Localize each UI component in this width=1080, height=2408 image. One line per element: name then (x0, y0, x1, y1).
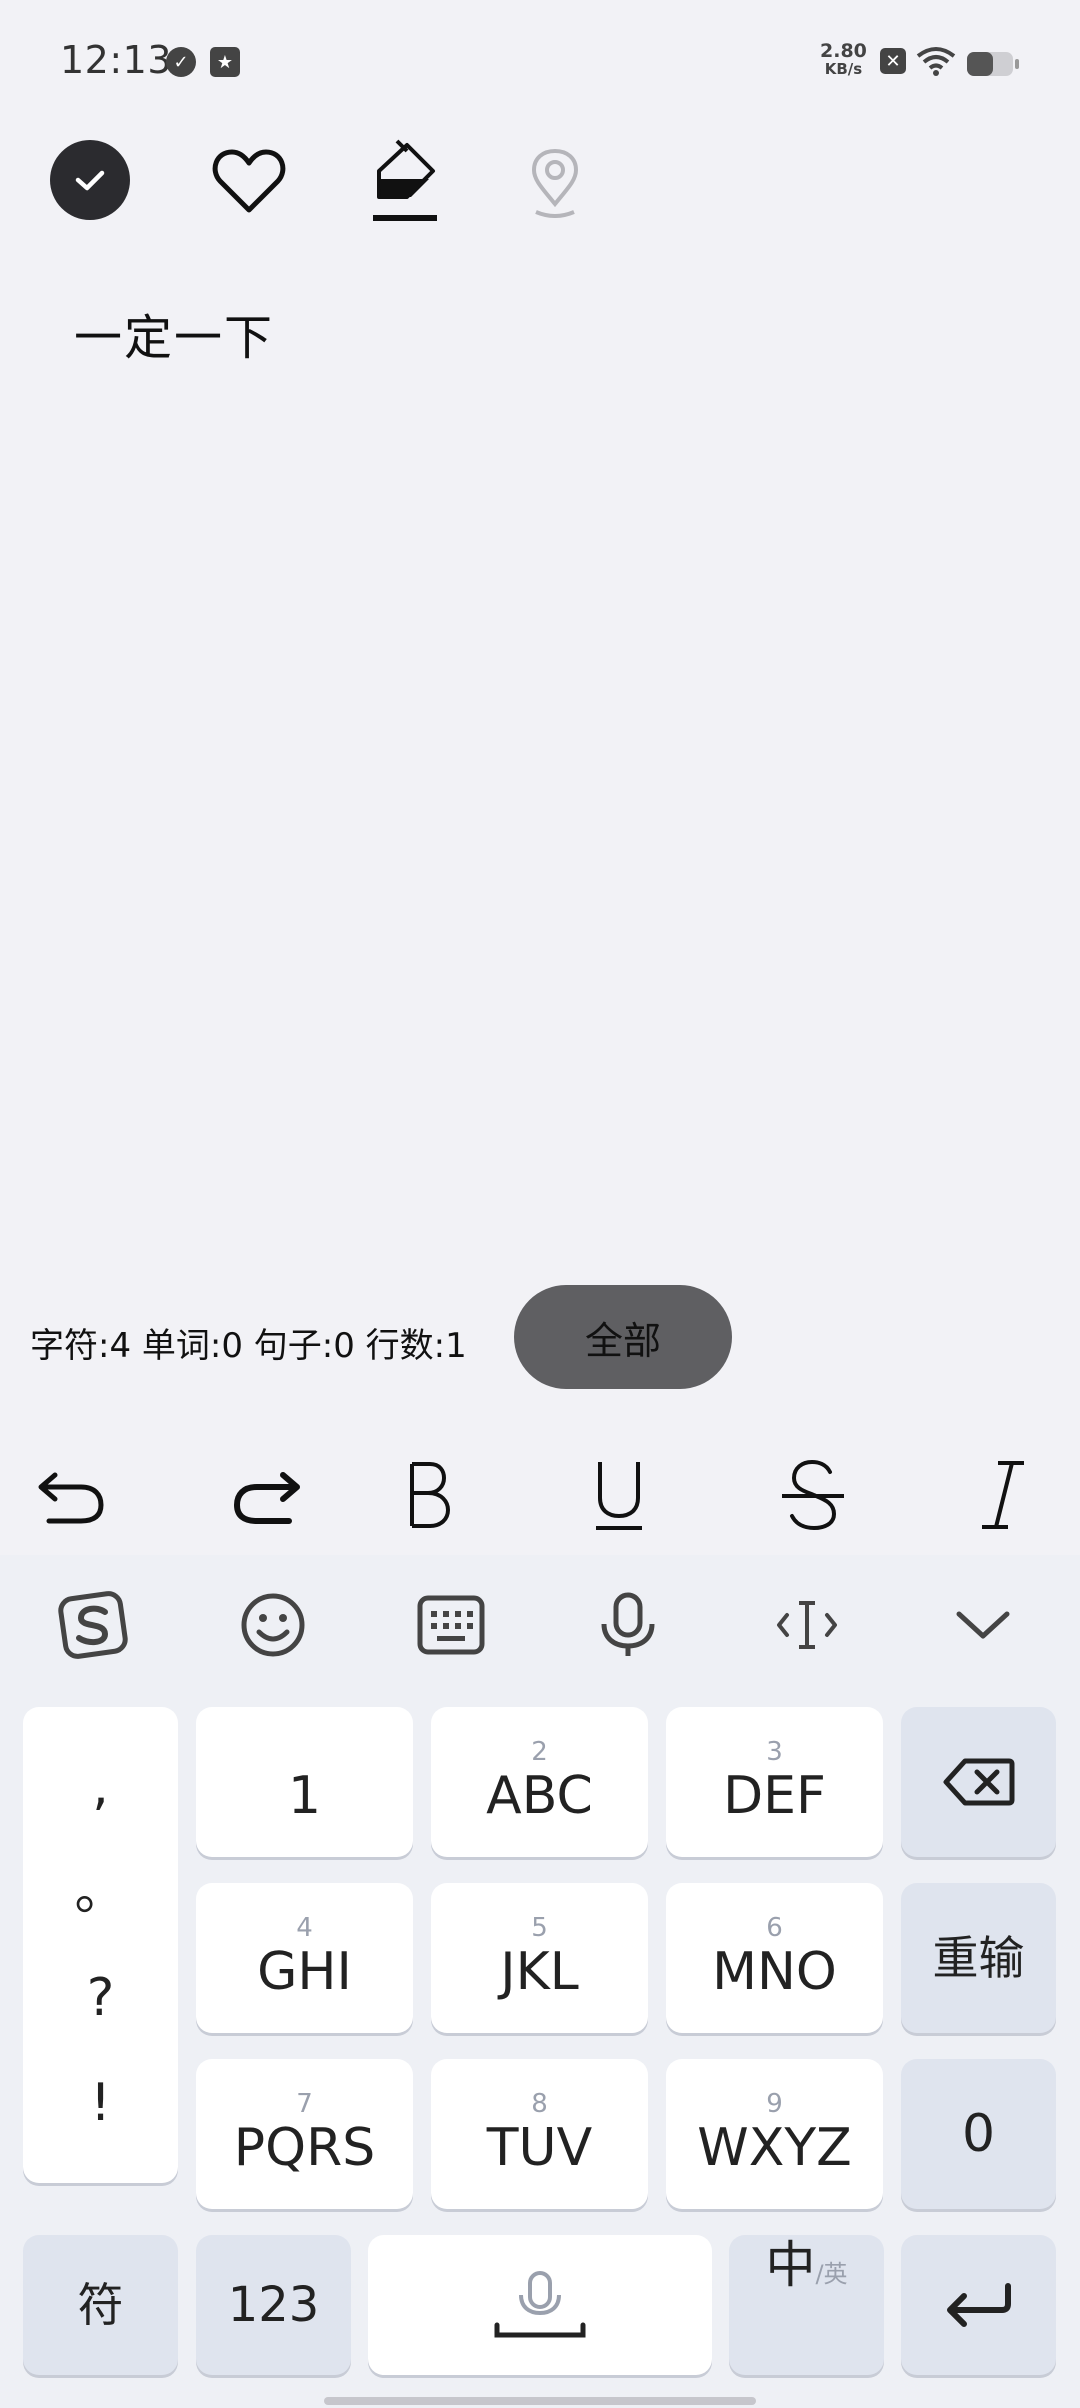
key-2-label: ABC (486, 1766, 593, 1826)
backspace-key[interactable] (901, 1707, 1056, 1857)
numeric-key[interactable]: 123 (196, 2235, 351, 2375)
gesture-nav-bar[interactable] (324, 2397, 756, 2405)
key-3-number: 3 (766, 1737, 783, 1767)
keyboard-switch-button[interactable] (406, 1580, 496, 1670)
enter-key[interactable] (901, 2235, 1056, 2375)
keyboard-icon (417, 1595, 485, 1655)
wifi-icon (916, 47, 956, 76)
lang-chinese-label: 中 (765, 2236, 816, 2294)
battery-icon (967, 52, 1019, 76)
numeric-label: 123 (227, 2277, 320, 2333)
key-3[interactable]: 3 DEF (666, 1707, 883, 1857)
punct-question-key[interactable]: ? (87, 1972, 115, 2024)
key-6-label: MNO (712, 1942, 837, 2002)
format-toolbar (0, 1440, 1080, 1550)
key-0-label: 0 (961, 2104, 996, 2164)
symbol-label: 符 (77, 2278, 124, 2332)
backspace-icon (943, 1758, 1014, 1806)
key-1[interactable]: 1 (196, 1707, 413, 1857)
select-all-button[interactable]: 全部 (514, 1285, 732, 1389)
cursor-control-button[interactable] (762, 1580, 852, 1670)
check-circle-icon: ✓ (166, 47, 196, 77)
key-8-label: TUV (486, 2118, 593, 2178)
heart-icon (212, 149, 286, 213)
space-key[interactable] (368, 2235, 712, 2375)
punct-exclaim-key[interactable]: ! (90, 2077, 111, 2129)
key-7-number: 7 (296, 2089, 313, 2119)
key-4-number: 4 (296, 1913, 313, 1943)
network-speed-value: 2.80 (820, 40, 867, 62)
punct-period-key[interactable]: 。 (74, 1866, 126, 1918)
ime-keyboard: , 。 ? ! 1 2 ABC 3 DEF 4 GHI 5 JKL 6 MNO … (0, 1555, 1080, 2408)
undo-icon (38, 1472, 104, 1524)
key-9-number: 9 (766, 2089, 783, 2119)
key-1-label: 1 (287, 1766, 322, 1826)
sogou-logo-icon (58, 1591, 128, 1659)
underline-icon (596, 1462, 642, 1530)
key-4[interactable]: 4 GHI (196, 1883, 413, 2033)
key-3-label: DEF (723, 1766, 826, 1826)
done-button[interactable] (50, 140, 130, 220)
key-6[interactable]: 6 MNO (666, 1883, 883, 2033)
underline-button[interactable] (564, 1440, 674, 1550)
punct-comma-key[interactable]: , (92, 1761, 109, 1813)
network-speed: 2.80 KB/s (820, 40, 867, 79)
italic-button[interactable] (948, 1440, 1058, 1550)
star-badge-icon: ★ (210, 47, 240, 77)
strikethrough-button[interactable] (758, 1440, 868, 1550)
reinput-label: 重输 (932, 1931, 1025, 1985)
lang-english-label: /英 (815, 2260, 848, 2288)
hide-keyboard-button[interactable] (938, 1580, 1028, 1670)
key-2[interactable]: 2 ABC (431, 1707, 648, 1857)
bold-button[interactable] (374, 1440, 484, 1550)
redo-button[interactable] (212, 1440, 322, 1550)
status-time: 12:13 (60, 38, 173, 82)
key-5[interactable]: 5 JKL (431, 1883, 648, 2033)
note-text[interactable]: 一定一下 (74, 298, 274, 368)
strikethrough-icon (782, 1459, 844, 1531)
ime-logo-button[interactable] (48, 1580, 138, 1670)
key-2-number: 2 (531, 1737, 548, 1767)
paint-bucket-icon (373, 139, 437, 221)
key-4-label: GHI (257, 1942, 352, 2002)
key-5-label: JKL (500, 1942, 579, 2002)
microphone-icon (601, 1592, 655, 1656)
key-8[interactable]: 8 TUV (431, 2059, 648, 2209)
symbol-key[interactable]: 符 (23, 2235, 178, 2375)
location-button[interactable] (512, 140, 598, 226)
text-statistics: 字符:4 单词:0 句子:0 行数:1 (30, 1326, 467, 1366)
language-switch-key[interactable]: 中 /英 (729, 2235, 884, 2375)
italic-icon (982, 1461, 1024, 1529)
check-icon (75, 170, 105, 191)
network-speed-unit: KB/s (824, 60, 863, 78)
cursor-move-icon (777, 1601, 837, 1649)
key-9[interactable]: 9 WXYZ (666, 2059, 883, 2209)
voice-input-button[interactable] (583, 1580, 673, 1670)
sim-blocked-icon: ✕ (880, 48, 906, 74)
key-5-number: 5 (531, 1913, 548, 1943)
location-pin-icon (531, 148, 579, 218)
key-7[interactable]: 7 PQRS (196, 2059, 413, 2209)
key-0[interactable]: 0 (901, 2059, 1056, 2209)
emoji-button[interactable] (228, 1580, 318, 1670)
key-9-label: WXYZ (697, 2118, 852, 2178)
key-8-number: 8 (531, 2089, 548, 2119)
reinput-key[interactable]: 重输 (901, 1883, 1056, 2033)
fill-color-button[interactable] (360, 134, 450, 228)
bold-icon (410, 1462, 450, 1528)
undo-button[interactable] (16, 1440, 126, 1550)
redo-icon (233, 1472, 300, 1524)
punctuation-column[interactable]: , 。 ? ! (23, 1707, 178, 2183)
chevron-down-icon (956, 1611, 1010, 1639)
key-6-number: 6 (766, 1913, 783, 1943)
space-microphone-icon (494, 2271, 586, 2338)
enter-icon (946, 2283, 1011, 2327)
keyboard-toolbar (0, 1555, 1080, 1695)
favorite-button[interactable] (204, 138, 294, 224)
key-7-label: PQRS (233, 2118, 376, 2178)
emoji-icon (241, 1593, 305, 1657)
